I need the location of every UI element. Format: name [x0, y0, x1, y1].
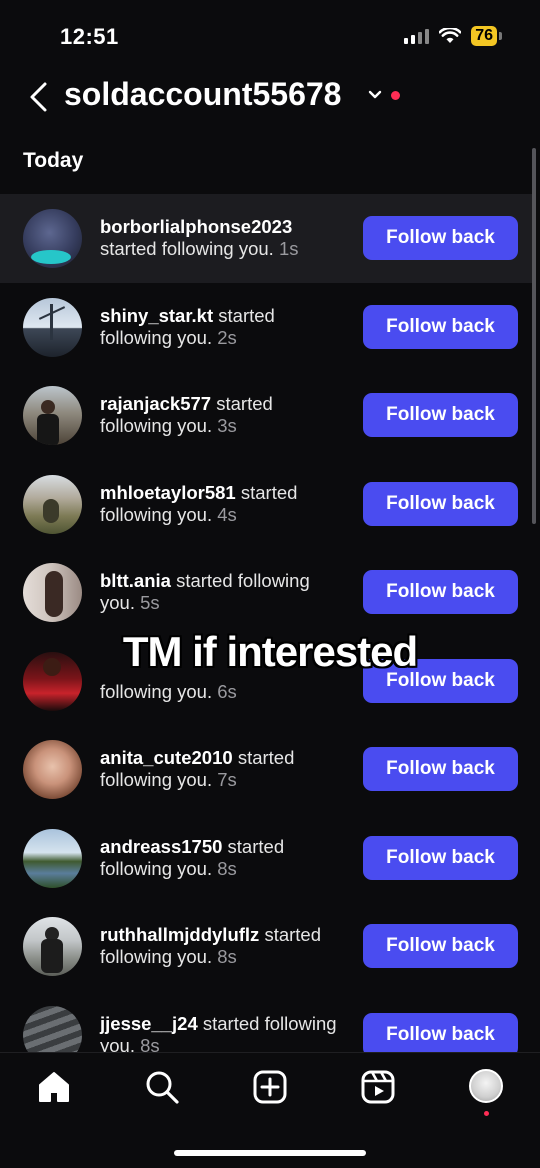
follow-back-button[interactable]: Follow back — [363, 481, 518, 526]
follow-back-button[interactable]: Follow back — [363, 304, 518, 349]
avatar[interactable] — [23, 209, 82, 268]
notification-list: borborlialphonse2023 started following y… — [0, 194, 532, 1052]
avatar[interactable] — [23, 917, 82, 976]
account-switcher[interactable]: soldaccount55678 — [64, 76, 341, 113]
follow-back-button[interactable]: Follow back — [363, 835, 518, 880]
section-label: Today — [23, 149, 84, 172]
avatar[interactable] — [23, 386, 82, 445]
notification-text: mhloetaylor581 started following you. 4s — [100, 482, 345, 526]
notification-text: anita_cute2010 started following you. 7s — [100, 747, 345, 791]
notification-time: 6s — [217, 680, 237, 702]
notification-time: 3s — [217, 415, 237, 436]
avatar[interactable] — [23, 740, 82, 799]
notification-text: jjesse__j24 started following you. 8s — [100, 1013, 345, 1053]
username[interactable]: rajanjack577 — [100, 393, 211, 414]
avatar[interactable] — [23, 828, 82, 888]
chevron-down-icon[interactable] — [366, 86, 384, 104]
create-icon[interactable] — [252, 1069, 288, 1105]
notification-time: 8s — [217, 857, 237, 879]
notification-row[interactable]: jjesse__j24 started following you. 8s Fo… — [0, 991, 532, 1053]
cellular-signal-icon — [404, 28, 430, 44]
avatar[interactable] — [23, 1005, 82, 1052]
username[interactable]: anita_cute2010 — [100, 747, 233, 768]
avatar[interactable] — [23, 297, 82, 357]
username[interactable]: shiny_star.kt — [100, 305, 213, 326]
follow-back-button[interactable]: Follow back — [363, 393, 518, 437]
battery-indicator: 76 — [471, 26, 497, 46]
notification-time: 5s — [140, 592, 160, 613]
notification-time: 7s — [217, 769, 237, 790]
avatar[interactable] — [23, 563, 82, 622]
notification-text: borborlialphonse2023 started following y… — [100, 216, 345, 260]
notification-row[interactable]: mhloetaylor581 started following you. 4s… — [0, 460, 532, 549]
notification-time: 2s — [217, 326, 237, 348]
notification-text: andreass1750 started following you. 8s — [100, 836, 345, 880]
username[interactable]: andreass1750 — [100, 836, 222, 857]
username[interactable]: jjesse__j24 — [100, 1013, 198, 1034]
notification-row[interactable]: anita_cute2010 started following you. 7s… — [0, 725, 532, 814]
notification-time: 8s — [140, 1034, 160, 1053]
notification-time: 8s — [217, 946, 237, 967]
wifi-icon — [439, 28, 462, 43]
battery-cap — [499, 32, 502, 40]
search-icon[interactable] — [144, 1069, 180, 1105]
notification-time: 1s — [278, 238, 299, 259]
status-icons: 76 — [404, 26, 502, 46]
username[interactable]: ruthhallmjddyluflz — [100, 924, 259, 945]
home-icon[interactable] — [36, 1069, 72, 1105]
profile-notification-dot — [484, 1111, 489, 1116]
notification-row[interactable]: andreass1750 started following you. 8s F… — [0, 814, 532, 903]
status-time: 12:51 — [60, 24, 119, 49]
notification-row[interactable]: shiny_star.kt started following you. 2s … — [0, 283, 532, 372]
notification-row[interactable]: bltt.ania started following you. 5s Foll… — [0, 548, 532, 637]
notification-text: bltt.ania started following you. 5s — [100, 570, 345, 614]
avatar[interactable] — [23, 474, 82, 534]
scrollbar[interactable] — [532, 148, 536, 524]
follow-back-button[interactable]: Follow back — [363, 924, 518, 968]
back-arrow-icon[interactable] — [24, 80, 54, 114]
profile-icon[interactable] — [469, 1069, 503, 1103]
notification-text: shiny_star.kt started following you. 2s — [100, 305, 345, 349]
home-indicator — [174, 1150, 366, 1156]
follow-back-button[interactable]: Follow back — [363, 570, 518, 614]
follow-back-button[interactable]: Follow back — [363, 747, 518, 791]
notification-text: ruthhallmjddyluflz started following you… — [100, 924, 345, 968]
header: soldaccount55678 — [0, 70, 540, 126]
username[interactable]: bltt.ania — [100, 570, 171, 591]
reels-icon[interactable] — [360, 1069, 396, 1105]
notification-row[interactable]: rajanjack577 started following you. 3s F… — [0, 371, 532, 460]
username[interactable]: borborlialphonse2023 — [100, 216, 292, 237]
notification-message: following you. — [100, 680, 213, 702]
status-bar: 12:51 76 — [0, 0, 540, 70]
follow-back-button[interactable]: Follow back — [363, 216, 518, 260]
notification-row[interactable]: ruthhallmjddyluflz started following you… — [0, 902, 532, 991]
notification-text: rajanjack577 started following you. 3s — [100, 393, 345, 437]
notification-message: started following you. — [100, 238, 274, 259]
account-notification-dot — [391, 91, 400, 100]
follow-back-button[interactable]: Follow back — [363, 1012, 518, 1052]
overlay-caption: TM if interested — [122, 628, 418, 675]
username[interactable]: mhloetaylor581 — [100, 482, 236, 503]
notification-time: 4s — [217, 503, 237, 525]
notification-row[interactable]: borborlialphonse2023 started following y… — [0, 194, 532, 283]
